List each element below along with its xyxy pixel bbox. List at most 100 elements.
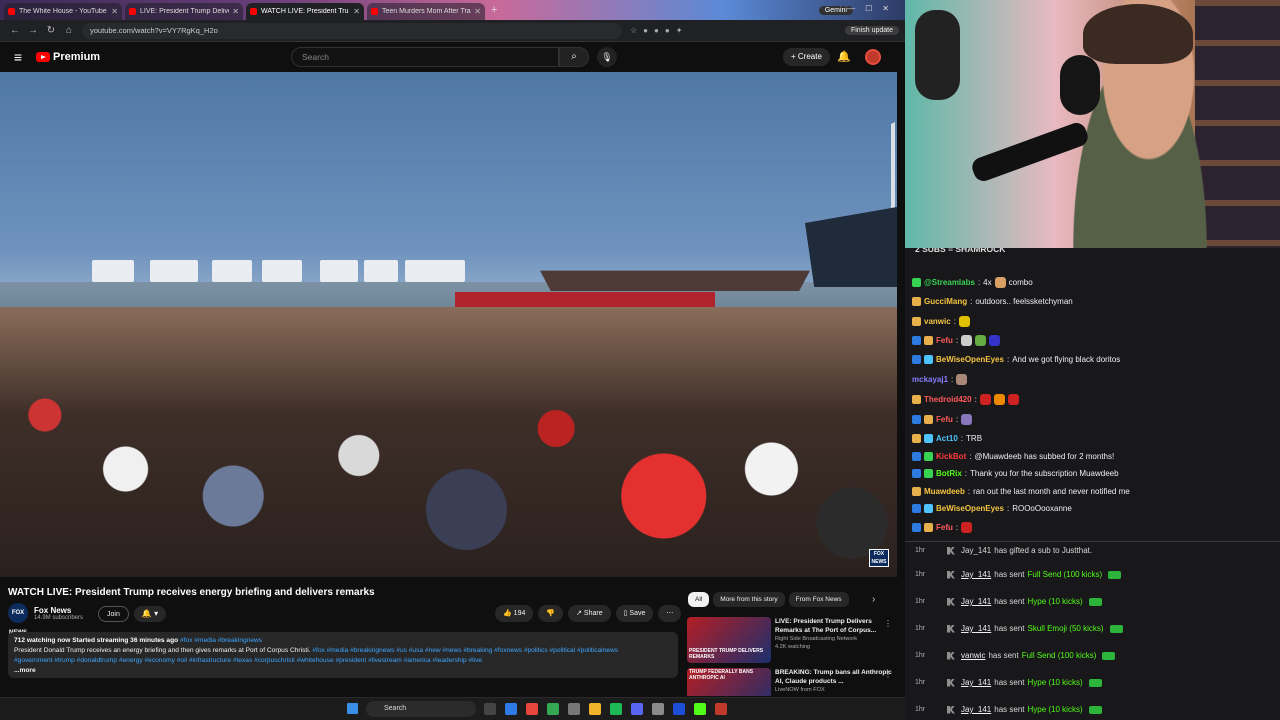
event-username[interactable]: Jay_141 [961, 624, 991, 633]
channel-info[interactable]: FOX NEWS Fox News 14.9M subscribers [8, 603, 83, 636]
youtube-logo[interactable]: Premium [36, 51, 100, 63]
share-button[interactable]: ↗ Share [568, 605, 611, 622]
chrome-icon[interactable] [547, 703, 559, 715]
like-button[interactable]: 👍 194 [495, 605, 534, 622]
url-field[interactable]: youtube.com/watch?v=VY7RgKq_H2o [82, 22, 622, 39]
home-icon[interactable]: ⌂ [60, 25, 78, 36]
puzzle-icon[interactable]: ✦ [676, 26, 683, 35]
chat-username[interactable]: BeWiseOpenEyes [936, 504, 1004, 513]
browser-tab[interactable]: LIVE: President Trump Delivers ✕ [125, 3, 243, 20]
recommendation-item[interactable]: PRESIDENT TRUMP DELIVERS REMARKS LIVE: P… [687, 617, 892, 663]
save-button[interactable]: ▯ Save [615, 605, 654, 622]
back-icon[interactable]: ← [6, 25, 24, 36]
channel-avatar[interactable]: FOX NEWS [8, 603, 28, 636]
extension-icon[interactable]: ● [665, 26, 670, 35]
search-icon[interactable]: ⌕ [559, 47, 589, 67]
chat-username[interactable]: Muawdeeb [924, 487, 965, 496]
close-icon[interactable]: ✕ [474, 7, 481, 16]
browser-tab-active[interactable]: WATCH LIVE: President Tru ✕ [246, 3, 364, 20]
chip-more-from-story[interactable]: More from this story [713, 592, 785, 607]
chip-from-fox-news[interactable]: From Fox News [788, 592, 849, 607]
chevron-right-icon[interactable]: › [872, 594, 875, 605]
recommendation-title[interactable]: LIVE: President Trump Delivers Remarks a… [775, 617, 892, 635]
extension-icon[interactable]: ● [654, 26, 659, 35]
chat-username[interactable]: BotRix [936, 469, 962, 478]
extension-icon[interactable]: ● [643, 26, 648, 35]
channel-name[interactable]: Fox News [34, 606, 83, 615]
chat-username[interactable]: mckayaj1 [912, 375, 948, 384]
more-link[interactable]: ...more [14, 666, 672, 676]
chat-username[interactable]: Fefu [936, 336, 953, 345]
chat-username[interactable]: Fefu [936, 523, 953, 532]
chat-username[interactable]: GucciMang [924, 297, 967, 306]
create-button[interactable]: + Create [783, 48, 830, 66]
chat-username[interactable]: KickBot [936, 452, 966, 461]
chat-username[interactable]: Thedroid420 [924, 395, 972, 404]
recommendation-channel[interactable]: Right Side Broadcasting Network [775, 635, 892, 643]
chat-username[interactable]: Act10 [936, 434, 958, 443]
recommendation-channel[interactable]: LiveNOW from FOX [775, 686, 892, 694]
close-icon[interactable]: ✕ [111, 7, 118, 16]
edge-icon[interactable] [505, 703, 517, 715]
event-username[interactable]: Jay_141 [961, 546, 991, 555]
app-icon[interactable] [673, 703, 685, 715]
recommendation-thumbnail[interactable]: TRUMP FEDERALLY BANS ANTHROPIC AI [687, 668, 771, 696]
taskbar-search[interactable]: Search [366, 701, 476, 717]
description-stats-tags[interactable]: #fox #media #breakingnews [180, 637, 262, 644]
app-icon[interactable] [568, 703, 580, 715]
app-icon[interactable] [715, 703, 727, 715]
event-username[interactable]: Jay_141 [961, 570, 991, 579]
video-player[interactable]: FOX NEWS [0, 72, 897, 577]
event-username[interactable]: Jay_141 [961, 678, 991, 687]
mic-icon[interactable]: 🎙 [597, 47, 617, 67]
event-username[interactable]: Jay_141 [961, 597, 991, 606]
youtube-icon [8, 8, 15, 15]
event-username[interactable]: vanwic [961, 651, 985, 660]
youtube-icon [250, 8, 257, 15]
task-view-icon[interactable] [484, 703, 496, 715]
bookmark-icon[interactable]: ☆ [630, 26, 637, 35]
chat-username[interactable]: BeWiseOpenEyes [936, 355, 1004, 364]
recommendation-thumbnail[interactable]: PRESIDENT TRUMP DELIVERS REMARKS [687, 617, 771, 663]
webcam-headset [1060, 55, 1100, 115]
kick-icon [947, 651, 955, 660]
description-tags[interactable]: #government #trump #donaldtrump #energy … [14, 656, 672, 666]
chat-username[interactable]: Fefu [936, 415, 953, 424]
new-tab-icon[interactable]: + [491, 4, 497, 16]
app-icon[interactable] [652, 703, 664, 715]
kick-icon [947, 570, 955, 579]
chip-all[interactable]: All [688, 592, 710, 607]
browser-tab[interactable]: The White House - YouTube ✕ [4, 3, 122, 20]
recommendation-item[interactable]: TRUMP FEDERALLY BANS ANTHROPIC AI BREAKI… [687, 668, 892, 696]
video-description[interactable]: 712 watching now Started streaming 36 mi… [8, 632, 678, 678]
forward-icon[interactable]: → [24, 25, 42, 36]
recommendation-title[interactable]: BREAKING: Trump bans all Anthropic AI, C… [775, 668, 892, 686]
dislike-button[interactable]: 👎 [538, 605, 564, 622]
subscription-bell-button[interactable]: 🔔 ▾ [134, 606, 166, 622]
menu-icon[interactable]: ≡ [0, 49, 36, 65]
join-button[interactable]: Join [98, 606, 129, 622]
more-vert-icon[interactable]: ⋮ [884, 619, 892, 628]
chat-username[interactable]: @Streamlabs [924, 278, 975, 287]
finish-update-button[interactable]: Finish update [844, 26, 899, 35]
notifications-icon[interactable]: 🔔 [837, 50, 851, 63]
chrome-icon[interactable] [526, 703, 538, 715]
windows-start-icon[interactable] [347, 703, 358, 714]
discord-icon[interactable] [631, 703, 643, 715]
event-username[interactable]: Jay_141 [961, 705, 991, 714]
more-vert-icon[interactable]: ⋮ [884, 670, 892, 679]
browser-tab[interactable]: Teen Murders Mom After Tran ✕ [367, 3, 485, 20]
window-controls[interactable]: —☐✕ [847, 4, 899, 13]
folder-icon[interactable] [589, 703, 601, 715]
reload-icon[interactable]: ↻ [42, 25, 60, 36]
close-icon[interactable]: ✕ [353, 7, 360, 16]
search-input[interactable]: Search [291, 47, 559, 67]
close-icon[interactable]: ✕ [232, 7, 239, 16]
kick-icon[interactable] [694, 703, 706, 715]
avatar[interactable] [865, 49, 881, 65]
more-actions-button[interactable]: ⋯ [658, 605, 682, 622]
badge-icon [912, 297, 921, 306]
chat-username[interactable]: vanwic [924, 317, 951, 326]
description-body-tags[interactable]: #fox #media #breakingnews #us #usa #new … [312, 647, 618, 654]
spotify-icon[interactable] [610, 703, 622, 715]
